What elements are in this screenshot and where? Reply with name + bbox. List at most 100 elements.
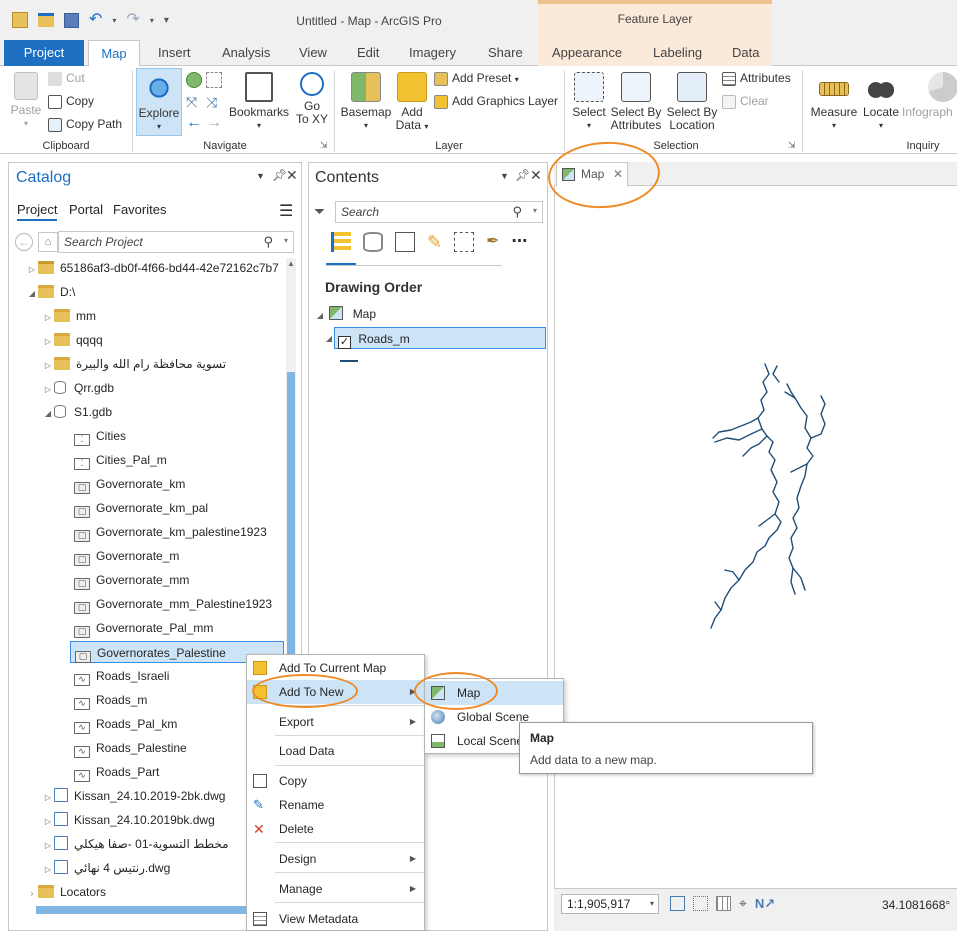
- menu-item-load-data[interactable]: Load Data: [247, 739, 424, 763]
- tab-labeling[interactable]: Labeling: [645, 40, 710, 66]
- catalog-item[interactable]: ▢ Governorate_mm_Palestine1923: [70, 593, 272, 615]
- catalog-item[interactable]: ∿ Roads_Israeli: [70, 665, 169, 687]
- filter-icon[interactable]: ⏷: [314, 203, 325, 220]
- contents-pin-icon[interactable]: 📌︎: [515, 168, 530, 182]
- tab-insert[interactable]: Insert: [150, 40, 199, 66]
- add-data-button[interactable]: Add Data ▾: [394, 72, 430, 133]
- go-to-xy-button[interactable]: Go To XY: [294, 72, 330, 126]
- editing-view-icon[interactable]: ✎: [427, 232, 442, 252]
- menu-item-export[interactable]: Export ▶: [247, 710, 424, 734]
- contents-search-input[interactable]: Search ⚲ ▾: [335, 201, 543, 223]
- navigation-icon[interactable]: [693, 896, 708, 911]
- collapse-arrow-icon[interactable]: ◢: [323, 328, 335, 350]
- expand-arrow-icon[interactable]: ▷: [42, 355, 54, 377]
- zoom-in-fixed-icon[interactable]: ⤧: [186, 94, 197, 111]
- contents-layer-roads-m[interactable]: ◢ ✓ Roads_m: [326, 327, 546, 349]
- catalog-item[interactable]: ∿ Roads_Palestine: [70, 737, 187, 759]
- measure-button[interactable]: Measure ▾: [808, 72, 860, 132]
- new-project-icon[interactable]: [12, 12, 28, 28]
- catalog-item[interactable]: ▷ رنتيس 4 نهائي.dwg: [42, 857, 170, 879]
- menu-item-design[interactable]: Design ▶: [247, 847, 424, 871]
- catalog-item[interactable]: ∿ Roads_Pal_km: [70, 713, 177, 735]
- menu-item-delete[interactable]: ✕ Delete: [247, 817, 424, 841]
- catalog-tab-project[interactable]: Project: [17, 202, 58, 221]
- catalog-close-icon[interactable]: ✕: [286, 167, 298, 184]
- search-dropdown-icon[interactable]: ▾: [533, 206, 537, 215]
- catalog-item[interactable]: ▷ mm: [42, 305, 96, 327]
- selection-view-icon[interactable]: [395, 232, 415, 252]
- tab-edit[interactable]: Edit: [349, 40, 387, 66]
- menu-item-view-metadata[interactable]: View Metadata: [247, 907, 424, 931]
- menu-item-copy[interactable]: Copy: [247, 769, 424, 793]
- select-button[interactable]: Select ▾: [568, 72, 610, 132]
- expand-arrow-icon[interactable]: ▷: [42, 835, 54, 857]
- search-icon[interactable]: ⚲: [263, 234, 273, 250]
- undo-icon[interactable]: ↶: [89, 12, 102, 28]
- tab-project[interactable]: Project: [4, 40, 84, 66]
- attributes-button[interactable]: Attributes: [722, 72, 791, 86]
- cut-button[interactable]: Cut: [48, 72, 85, 86]
- catalog-item[interactable]: ⁚ Cities_Pal_m: [70, 449, 167, 471]
- contents-close-icon[interactable]: ✕: [530, 167, 542, 184]
- catalog-item[interactable]: › Locators: [26, 881, 106, 903]
- catalog-item[interactable]: ▢ Governorate_mm: [70, 569, 189, 591]
- drawing-order-icon[interactable]: [331, 232, 351, 252]
- select-by-attributes-button[interactable]: Select By Attributes: [610, 72, 662, 132]
- select-by-location-button[interactable]: Select By Location: [666, 72, 718, 132]
- clear-button[interactable]: Clear: [722, 95, 769, 109]
- search-dropdown-icon[interactable]: ▾: [284, 236, 288, 245]
- catalog-item[interactable]: ▷ تسوية محافظة رام الله والبيرة: [42, 353, 226, 375]
- layer-symbol-line-icon[interactable]: [340, 360, 358, 362]
- catalog-search-input[interactable]: Search Project ⚲ ▾: [58, 231, 294, 253]
- previous-extent-icon[interactable]: ←: [186, 114, 202, 132]
- tab-appearance[interactable]: Appearance: [544, 40, 630, 66]
- expand-arrow-icon[interactable]: ▷: [42, 379, 54, 401]
- catalog-item[interactable]: ∿ Roads_Part: [70, 761, 159, 783]
- selection-dialog-launcher-icon[interactable]: ⇲: [788, 140, 796, 151]
- undo-dropdown-icon[interactable]: ▾: [112, 16, 116, 25]
- catalog-item[interactable]: ◢ S1.gdb: [42, 401, 112, 423]
- zoom-out-fixed-icon[interactable]: ⤨: [206, 94, 217, 111]
- catalog-item[interactable]: ▢ Governorate_m: [70, 545, 179, 567]
- add-graphics-layer-button[interactable]: Add Graphics Layer: [434, 95, 558, 109]
- collapse-arrow-icon[interactable]: ◢: [26, 283, 38, 305]
- catalog-item[interactable]: ◢ D:\: [26, 281, 75, 303]
- redo-dropdown-icon[interactable]: ▾: [150, 16, 154, 25]
- tab-data[interactable]: Data: [724, 40, 767, 66]
- catalog-horizontal-scrollbar[interactable]: [36, 906, 246, 914]
- snapping-icon[interactable]: ⌖: [739, 896, 747, 911]
- catalog-item[interactable]: ∿ Roads_m: [70, 689, 147, 711]
- scale-dropdown[interactable]: 1:1,905,917 ▾: [561, 894, 659, 914]
- snapping-view-icon[interactable]: [454, 232, 475, 252]
- add-preset-button[interactable]: Add Preset ▾: [434, 72, 519, 86]
- map-canvas[interactable]: [554, 186, 957, 888]
- catalog-item[interactable]: ▷ qqqq: [42, 329, 103, 351]
- contents-options-icon[interactable]: ▼: [500, 171, 509, 181]
- catalog-item[interactable]: ▢ Governorate_Pal_mm: [70, 617, 213, 639]
- grid-icon[interactable]: [716, 896, 731, 911]
- tab-share[interactable]: Share: [480, 40, 531, 66]
- tab-analysis[interactable]: Analysis: [214, 40, 278, 66]
- layer-visibility-checkbox[interactable]: ✓: [338, 336, 351, 349]
- expand-arrow-icon[interactable]: ▷: [42, 859, 54, 881]
- catalog-item[interactable]: ▢ Governorate_km_pal: [70, 497, 208, 519]
- locate-button[interactable]: Locate ▾: [860, 72, 902, 132]
- explore-button[interactable]: Explore ▾: [136, 68, 182, 136]
- chevron-down-icon[interactable]: ▾: [650, 895, 654, 913]
- catalog-options-icon[interactable]: ▼: [256, 171, 265, 181]
- bookmarks-button[interactable]: Bookmarks ▾: [228, 72, 290, 132]
- catalog-pin-icon[interactable]: 📌︎: [272, 168, 287, 182]
- catalog-item[interactable]: ▷ Qrr.gdb: [42, 377, 114, 399]
- open-project-icon[interactable]: [38, 13, 54, 27]
- full-extent-icon[interactable]: [186, 72, 202, 88]
- expand-arrow-icon[interactable]: ▷: [42, 331, 54, 353]
- copy-button[interactable]: Copy: [48, 95, 94, 109]
- back-arrow-icon[interactable]: ←: [15, 233, 33, 251]
- navigate-dialog-launcher-icon[interactable]: ⇲: [320, 140, 328, 151]
- expand-arrow-icon[interactable]: ▷: [42, 307, 54, 329]
- tab-view[interactable]: View: [291, 40, 335, 66]
- more-views-icon[interactable]: ⋯: [512, 234, 528, 250]
- expand-arrow-icon[interactable]: ▷: [42, 811, 54, 833]
- catalog-tab-favorites[interactable]: Favorites: [113, 202, 166, 217]
- customize-qat-icon[interactable]: ▾: [164, 15, 169, 26]
